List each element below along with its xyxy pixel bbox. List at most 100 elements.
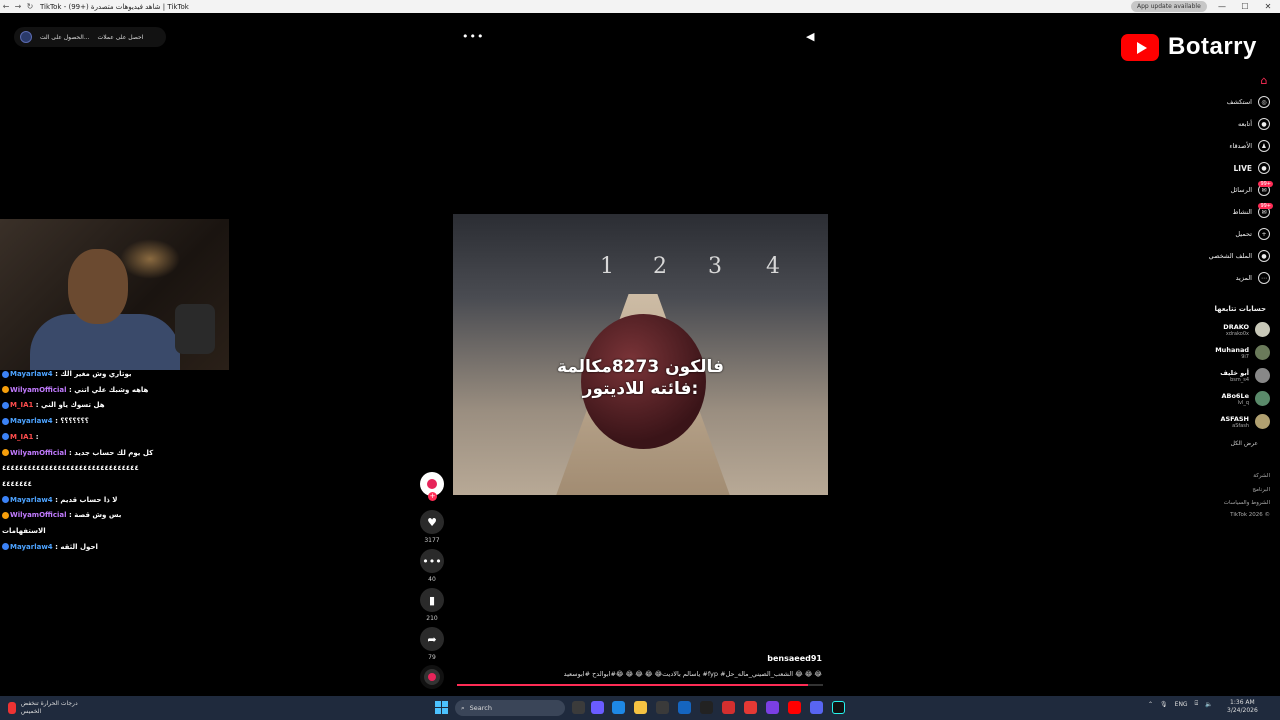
following-account[interactable]: Muhanad 9i7 (1215, 345, 1270, 360)
chat-text: هل تسوك ياو الني (41, 401, 105, 410)
share-button[interactable]: ➦ (420, 627, 444, 651)
sidebar-item-profile[interactable]: الملف الشخصي ● (1209, 250, 1270, 262)
bookmark-icon: ▮ (428, 593, 436, 607)
volume-icon[interactable]: ◀ (806, 30, 814, 43)
footer-link[interactable]: البرنامج (1252, 487, 1270, 493)
get-app-button[interactable]: الحصول على الت... (40, 34, 90, 41)
twitch-icon[interactable] (766, 701, 779, 714)
clock[interactable]: 1:36 AM 3/24/2026 (1227, 699, 1258, 715)
edge-icon[interactable] (612, 701, 625, 714)
app-update-pill[interactable]: App update available (1131, 1, 1207, 12)
more-icon: ⋯ (1258, 272, 1270, 284)
sidebar-item-live[interactable]: LIVE ● (1233, 162, 1270, 174)
chat-badge-icon (2, 511, 9, 519)
video-author[interactable]: bensaeed91 (700, 654, 822, 663)
speaker-icon[interactable]: 🔈 (1205, 701, 1212, 708)
sidebar-item-label: LIVE (1233, 163, 1253, 173)
chat-text: الاستفهامات (2, 527, 46, 536)
copilot-icon[interactable] (591, 701, 604, 714)
language-indicator[interactable]: ENG (1175, 701, 1188, 708)
app-icon[interactable] (744, 701, 757, 714)
chat-message: Mayarlaw4 : بوتاري وش مغير الك (2, 367, 228, 383)
chat-username[interactable]: Mayarlaw4 (10, 543, 53, 551)
footer-link[interactable]: TikTok 2026 © (1230, 512, 1270, 518)
account-handle: aSfash (1232, 422, 1249, 429)
reload-button[interactable]: ↻ (24, 2, 36, 11)
lane-number: 1 (600, 254, 614, 279)
sidebar-item-following[interactable]: أتابعه ● (1238, 118, 1270, 130)
sidebar-item-friends[interactable]: الأصدقاء ♟ (1229, 140, 1270, 152)
chat-username[interactable]: WilyamOfficial (10, 386, 67, 394)
discord-icon[interactable] (810, 701, 823, 714)
sidebar-item-upload[interactable]: تحميل + (1235, 228, 1270, 240)
user-avatar[interactable] (20, 31, 32, 43)
chat-username[interactable]: Mayarlaw4 (10, 496, 53, 504)
notification-badge: 99+ (1258, 203, 1273, 209)
account-avatar (1255, 391, 1270, 406)
sidebar-item-label: الرسائل (1230, 186, 1252, 194)
mail-icon[interactable] (678, 701, 691, 714)
weather-text: درجات الحرارة تنخفض (20, 700, 78, 707)
chat-username[interactable]: Mayarlaw4 (10, 417, 53, 425)
chat-username[interactable]: WilyamOfficial (10, 511, 67, 519)
clock-date: 3/24/2026 (1227, 707, 1258, 714)
maximize-button[interactable]: ☐ (1235, 0, 1255, 13)
windows-start-icon[interactable] (435, 701, 448, 714)
footer-link[interactable]: الشركة (1253, 473, 1270, 479)
sidebar-item-compass[interactable]: استكشف ◎ (1227, 96, 1270, 108)
sidebar-item-messages[interactable]: الرسائل ✉ 99+ (1230, 181, 1273, 196)
weather-widget[interactable]: درجات الحرارة تنخفض الخميس (8, 700, 78, 716)
comment-button[interactable]: ••• (420, 549, 444, 573)
follow-button[interactable]: + (428, 492, 437, 501)
file-explorer-icon[interactable] (634, 701, 647, 714)
sidebar-item-activity[interactable]: النشاط ✉ 99+ (1232, 203, 1273, 218)
minimize-button[interactable]: — (1212, 0, 1232, 13)
taskbar-search[interactable]: ⌕ Search (455, 700, 565, 716)
sidebar-item-home[interactable]: ⌂ (1252, 74, 1270, 87)
back-button[interactable]: ← (0, 2, 12, 11)
chat-badge-icon (2, 543, 9, 551)
obs-icon[interactable] (700, 701, 713, 714)
close-button[interactable]: ✕ (1258, 0, 1278, 13)
following-account[interactable]: DRAKO xdrako0x (1223, 322, 1270, 337)
account-avatar (1255, 322, 1270, 337)
chevron-up-icon[interactable]: ⌃ (1148, 701, 1153, 708)
chat-username[interactable]: Mayarlaw4 (10, 370, 53, 378)
following-account[interactable]: ABo6Le lvl_q (1221, 391, 1270, 406)
chat-username[interactable]: M_IA1 (10, 401, 33, 409)
tiktok-icon[interactable] (832, 701, 845, 714)
account-name: ASFASH (1220, 414, 1249, 423)
chat-username[interactable]: M_IA1 (10, 433, 33, 441)
following-account[interactable]: أبو خليف bsm_s4 (1220, 368, 1270, 383)
account-avatar (1255, 414, 1270, 429)
system-tray: ⌃ 🎙 ENG ⌸ 🔈 (1148, 700, 1213, 708)
following-account[interactable]: ASFASH aSfash (1220, 414, 1270, 429)
save-button[interactable]: ▮ (420, 588, 444, 612)
task-view-icon[interactable] (572, 701, 585, 714)
video-player[interactable]: 1 2 3 4 فالكون 8273مكالمة فائته للاديتور… (453, 214, 828, 495)
upload-icon: + (1258, 228, 1270, 240)
lane-number: 4 (766, 254, 780, 279)
chat-badge-icon (2, 496, 9, 504)
chat-text: بس وش قصة (74, 511, 122, 520)
chat-text: بوتاري وش مغير الك (60, 370, 132, 378)
get-coins-button[interactable]: احصل على عملات (98, 34, 144, 41)
more-options-icon[interactable]: ••• (462, 30, 484, 43)
media-icon[interactable] (722, 701, 735, 714)
tab-title[interactable]: TikTok - (99+) شاهد فيديوهات متصدرة | Ti… (40, 3, 189, 11)
store-icon[interactable] (656, 701, 669, 714)
chat-message: WilyamOfficial : بس وش قصة (2, 508, 228, 524)
chat-text: ٤٤٤٤٤٤٤ (2, 479, 32, 488)
chat-message: WilyamOfficial : هاهه وشبك علي اتني (2, 383, 228, 399)
mic-icon[interactable]: 🎙 (1160, 701, 1168, 708)
see-all-link[interactable]: عرض الكل (1231, 440, 1258, 447)
music-disc[interactable] (420, 665, 444, 689)
like-button[interactable]: ♥ (420, 510, 444, 534)
footer-link[interactable]: الشروط والسياسات (1224, 500, 1270, 506)
forward-button[interactable]: → (12, 2, 24, 11)
youtube-icon[interactable] (788, 701, 801, 714)
sidebar-item-more[interactable]: المزيد ⋯ (1236, 272, 1270, 284)
network-icon[interactable]: ⌸ (1195, 700, 1199, 708)
chat-username[interactable]: WilyamOfficial (10, 449, 67, 457)
sidebar-item-label: المزيد (1235, 274, 1252, 282)
